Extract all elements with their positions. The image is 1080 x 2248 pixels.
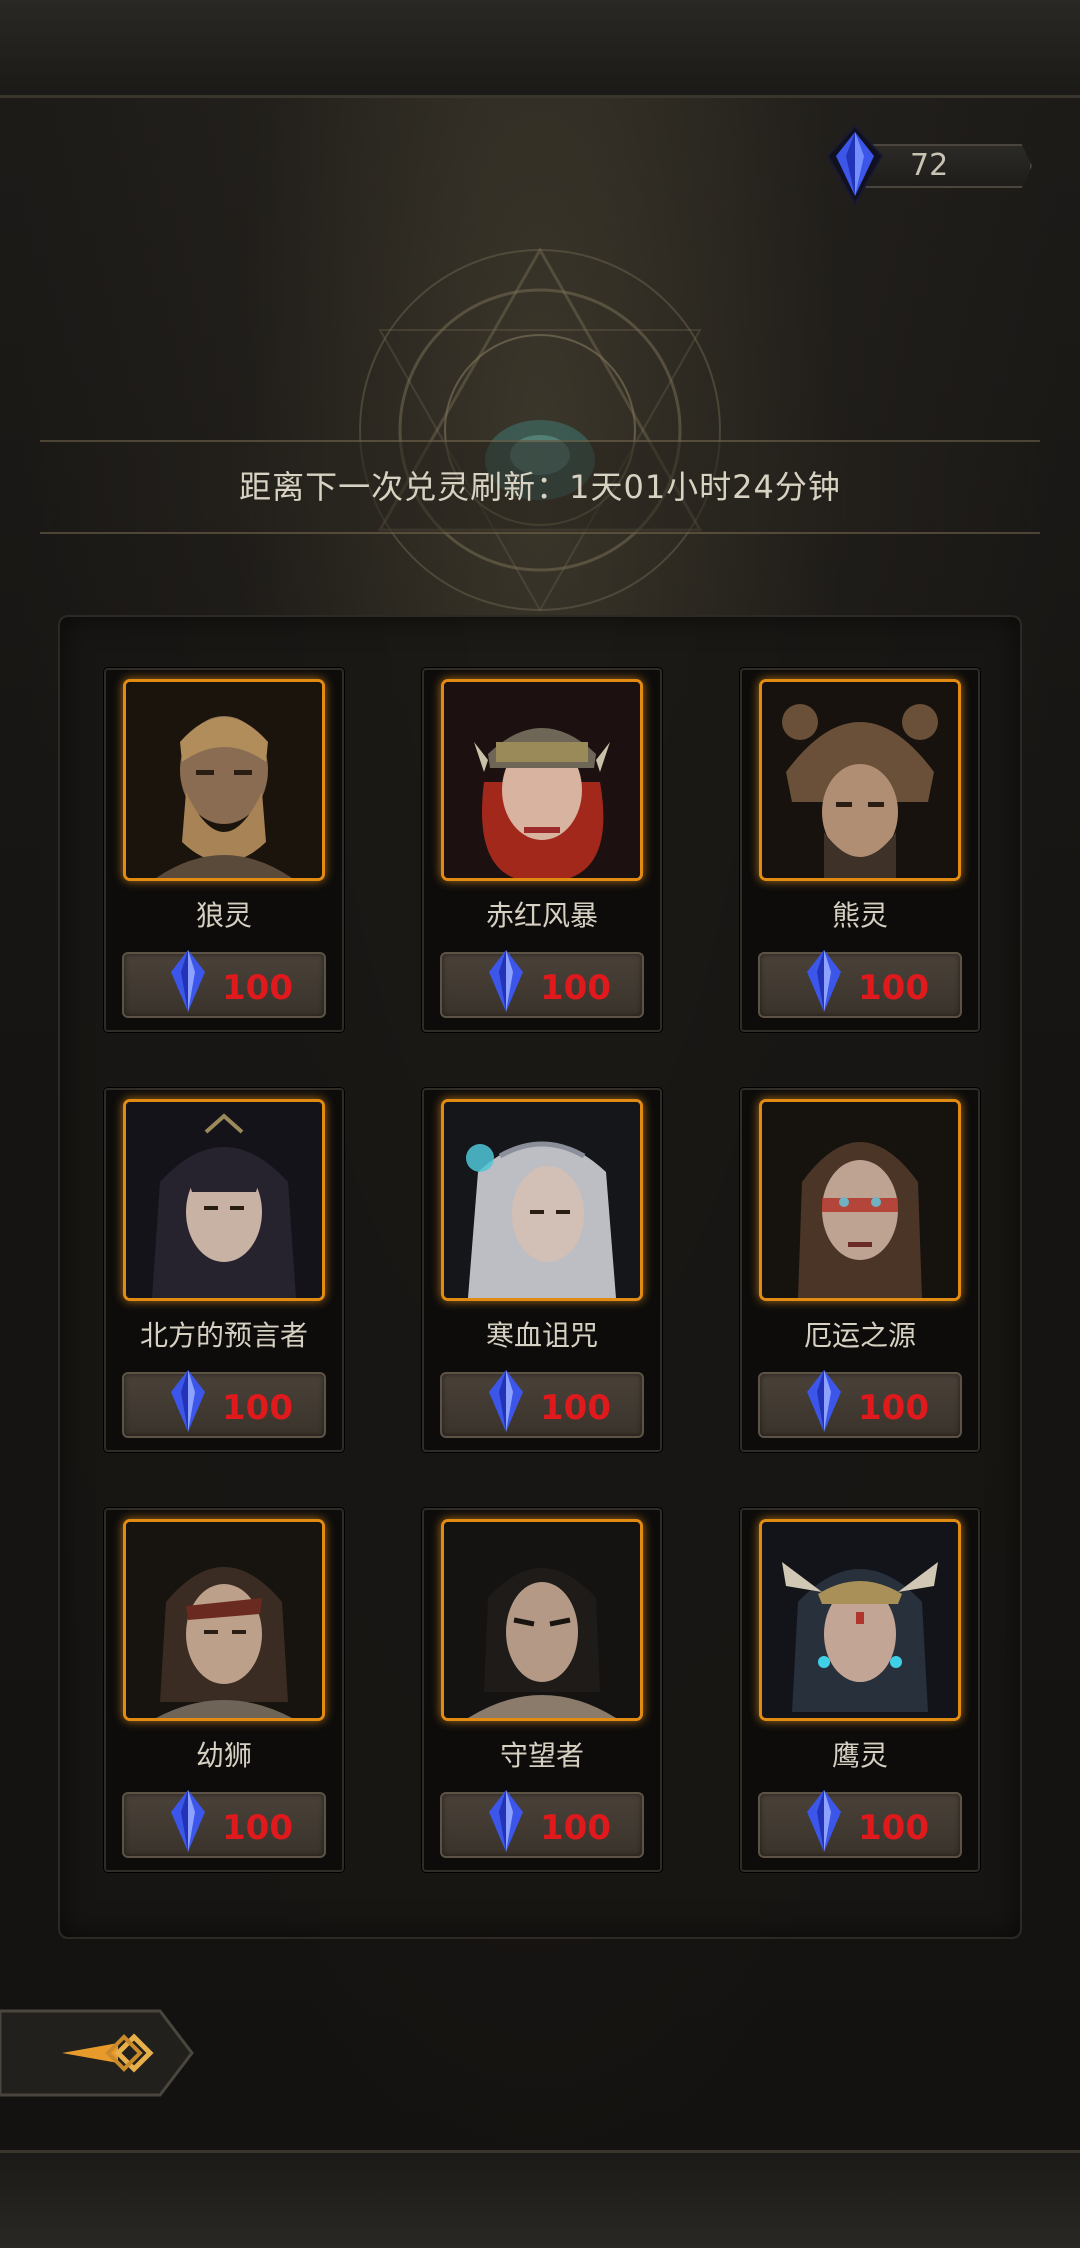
crystal-icon: [489, 950, 523, 1012]
crystal-icon: [807, 1790, 841, 1852]
spirit-portrait-frame: [762, 1522, 958, 1718]
crystal-icon: [171, 1370, 205, 1432]
blue-crystal-icon: [826, 124, 884, 207]
price-value: 100: [222, 1808, 293, 1848]
spirit-portrait-frame: [762, 682, 958, 878]
spirit-card[interactable]: 寒血诅咒 100: [422, 1088, 662, 1452]
price-value: 100: [222, 968, 293, 1008]
crystal-icon: [171, 1790, 205, 1852]
spirit-name: 幼狮: [195, 1739, 252, 1772]
price-value: 100: [858, 968, 929, 1008]
buy-button[interactable]: 100: [440, 950, 644, 1018]
buy-button[interactable]: 100: [440, 1790, 644, 1858]
northern-prophet-portrait: [126, 1102, 322, 1298]
crimson-storm-portrait: [444, 682, 640, 878]
spirit-portrait-frame: [444, 1522, 640, 1718]
young-lion-portrait: [126, 1522, 322, 1718]
crystal-icon: [807, 1370, 841, 1432]
buy-button[interactable]: 100: [758, 1790, 962, 1858]
spirit-card[interactable]: 狼灵 100: [104, 668, 344, 1032]
buy-button[interactable]: 100: [122, 1790, 326, 1858]
spirit-card[interactable]: 幼狮 100: [104, 1508, 344, 1872]
crystal-icon: [171, 950, 205, 1012]
currency-amount: 72: [910, 148, 949, 183]
spirit-portrait-frame: [126, 682, 322, 878]
spirit-card[interactable]: 鹰灵 100: [740, 1508, 980, 1872]
spirit-portrait-frame: [126, 1522, 322, 1718]
spirit-name: 北方的预言者: [139, 1319, 308, 1352]
crystal-icon: [489, 1370, 523, 1432]
crystal-icon: [489, 1790, 523, 1852]
wolf-spirit-portrait: [126, 682, 322, 878]
spirit-card[interactable]: 北方的预言者 100: [104, 1088, 344, 1452]
price-value: 100: [540, 968, 611, 1008]
refresh-countdown-bar: 距离下一次兑灵刷新：1天01小时24分钟: [40, 440, 1040, 534]
price-value: 100: [858, 1388, 929, 1428]
spirit-card[interactable]: 守望者 100: [422, 1508, 662, 1872]
bear-spirit-portrait: [762, 682, 958, 878]
spirit-exchange-screen: 72 距离下一次兑灵刷新：1天01小时24分钟 狼灵 100 赤红风暴 100 …: [0, 0, 1080, 2248]
price-value: 100: [540, 1808, 611, 1848]
top-ornament-border: [0, 0, 1080, 98]
spirit-portrait-frame: [762, 1102, 958, 1298]
crystal-currency-display: 72: [820, 124, 1032, 207]
spirit-portrait-frame: [444, 682, 640, 878]
spirit-card[interactable]: 厄运之源 100: [740, 1088, 980, 1452]
watcher-portrait: [444, 1522, 640, 1718]
spirit-name: 鹰灵: [831, 1739, 888, 1772]
buy-button[interactable]: 100: [122, 950, 326, 1018]
buy-button[interactable]: 100: [440, 1370, 644, 1438]
spirit-name: 守望者: [499, 1739, 584, 1772]
spirit-portrait-frame: [126, 1102, 322, 1298]
spirit-name: 熊灵: [831, 899, 888, 932]
bottom-ornament-border: [0, 2150, 1080, 2248]
spirit-portrait-frame: [444, 1102, 640, 1298]
crystal-icon: [807, 950, 841, 1012]
emblem-ornament: [359, 246, 721, 613]
spirit-card[interactable]: 赤红风暴 100: [422, 668, 662, 1032]
buy-button[interactable]: 100: [758, 1370, 962, 1438]
back-button[interactable]: [0, 2005, 195, 2101]
price-value: 100: [858, 1808, 929, 1848]
cold-blood-curse-portrait: [444, 1102, 640, 1298]
spirit-name: 厄运之源: [803, 1319, 916, 1352]
price-value: 100: [540, 1388, 611, 1428]
spirit-grid: 狼灵 100 赤红风暴 100 熊灵 100 北方的预言者 100 寒血诅咒 1…: [104, 668, 980, 1872]
spirit-name: 赤红风暴: [485, 899, 598, 932]
price-value: 100: [222, 1388, 293, 1428]
eagle-spirit-portrait: [762, 1522, 958, 1718]
spirit-name: 狼灵: [195, 899, 252, 932]
spirit-card[interactable]: 熊灵 100: [740, 668, 980, 1032]
source-of-doom-portrait: [762, 1102, 958, 1298]
buy-button[interactable]: 100: [758, 950, 962, 1018]
spirit-name: 寒血诅咒: [485, 1319, 598, 1352]
refresh-countdown-text: 距离下一次兑灵刷新：1天01小时24分钟: [239, 468, 841, 506]
buy-button[interactable]: 100: [122, 1370, 326, 1438]
